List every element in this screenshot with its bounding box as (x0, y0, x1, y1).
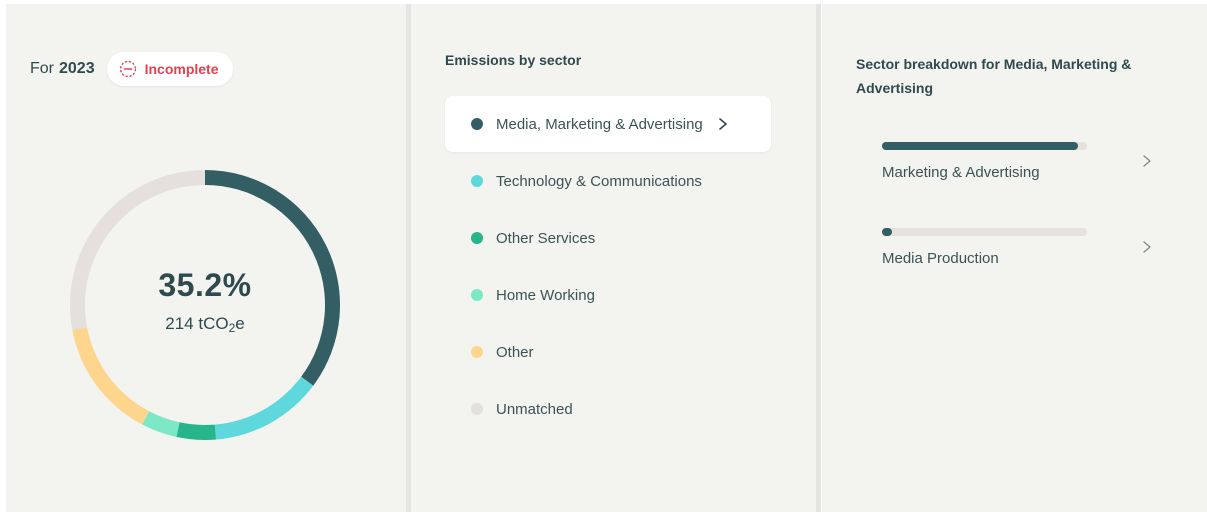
share-bar-fill (882, 228, 893, 236)
sector-item-technology-communications[interactable]: Technology & Communications (445, 153, 771, 209)
sector-color-dot (471, 403, 483, 415)
selected-percentage: 35.2% (158, 267, 252, 303)
emissions-donut-chart: 35.2% 214 tCO2e (70, 170, 340, 440)
sector-label: Technology & Communications (496, 172, 702, 190)
share-bar-track (882, 228, 1087, 236)
sector-color-dot (471, 175, 483, 187)
breakdown-item-media-production[interactable]: Media Production (882, 228, 1172, 278)
chevron-right-icon (1143, 241, 1151, 253)
sector-label: Home Working (496, 286, 595, 304)
breakdown-item-marketing-advertising[interactable]: Marketing & Advertising (882, 142, 1172, 192)
amount-value: 214 tCO (165, 314, 229, 333)
sector-breakdown-panel: Sector breakdown for Media, Marketing & … (822, 4, 1207, 512)
share-bar-track (882, 142, 1087, 150)
sector-color-dot (471, 346, 483, 358)
chevron-right-icon (718, 118, 727, 130)
donut-center: 35.2% 214 tCO2e (70, 170, 340, 440)
sector-list: Media, Marketing & Advertising Technolog… (445, 96, 771, 438)
year-value: 2023 (59, 60, 95, 77)
sector-item-unmatched[interactable]: Unmatched (445, 381, 771, 437)
selected-amount: 214 tCO2e (165, 314, 244, 335)
sector-item-media-marketing-advertising[interactable]: Media, Marketing & Advertising (445, 96, 771, 152)
sector-label: Other (496, 343, 534, 361)
sector-list-panel: Emissions by sector Media, Marketing & A… (411, 4, 816, 512)
sector-item-other[interactable]: Other (445, 324, 771, 380)
year-row: For 2023 Incomplete (30, 52, 233, 86)
status-badge[interactable]: Incomplete (106, 52, 233, 86)
dashed-circle-minus-icon (119, 60, 136, 78)
share-bar-fill (882, 142, 1078, 150)
sector-color-dot (471, 118, 483, 130)
sector-item-other-services[interactable]: Other Services (445, 210, 771, 266)
sector-label: Other Services (496, 229, 596, 247)
status-label: Incomplete (144, 61, 219, 77)
amount-suffix: e (235, 314, 245, 333)
breakdown-item-label: Marketing & Advertising (882, 164, 1040, 181)
panel-divider (816, 4, 821, 512)
sector-item-home-working[interactable]: Home Working (445, 267, 771, 323)
year-prefix: For (30, 60, 54, 77)
sector-color-dot (471, 232, 483, 244)
breakdown-title: Sector breakdown for Media, Marketing & … (856, 56, 1132, 96)
sector-color-dot (471, 289, 483, 301)
chevron-right-icon (1143, 155, 1151, 167)
emissions-summary-panel: For 2023 Incomplete 35.2% 214 tCO2e (6, 4, 406, 512)
sector-label: Media, Marketing & Advertising (496, 115, 703, 133)
breakdown-item-label: Media Production (882, 250, 999, 267)
sector-list-title: Emissions by sector (445, 52, 582, 68)
sector-label: Unmatched (496, 400, 573, 418)
